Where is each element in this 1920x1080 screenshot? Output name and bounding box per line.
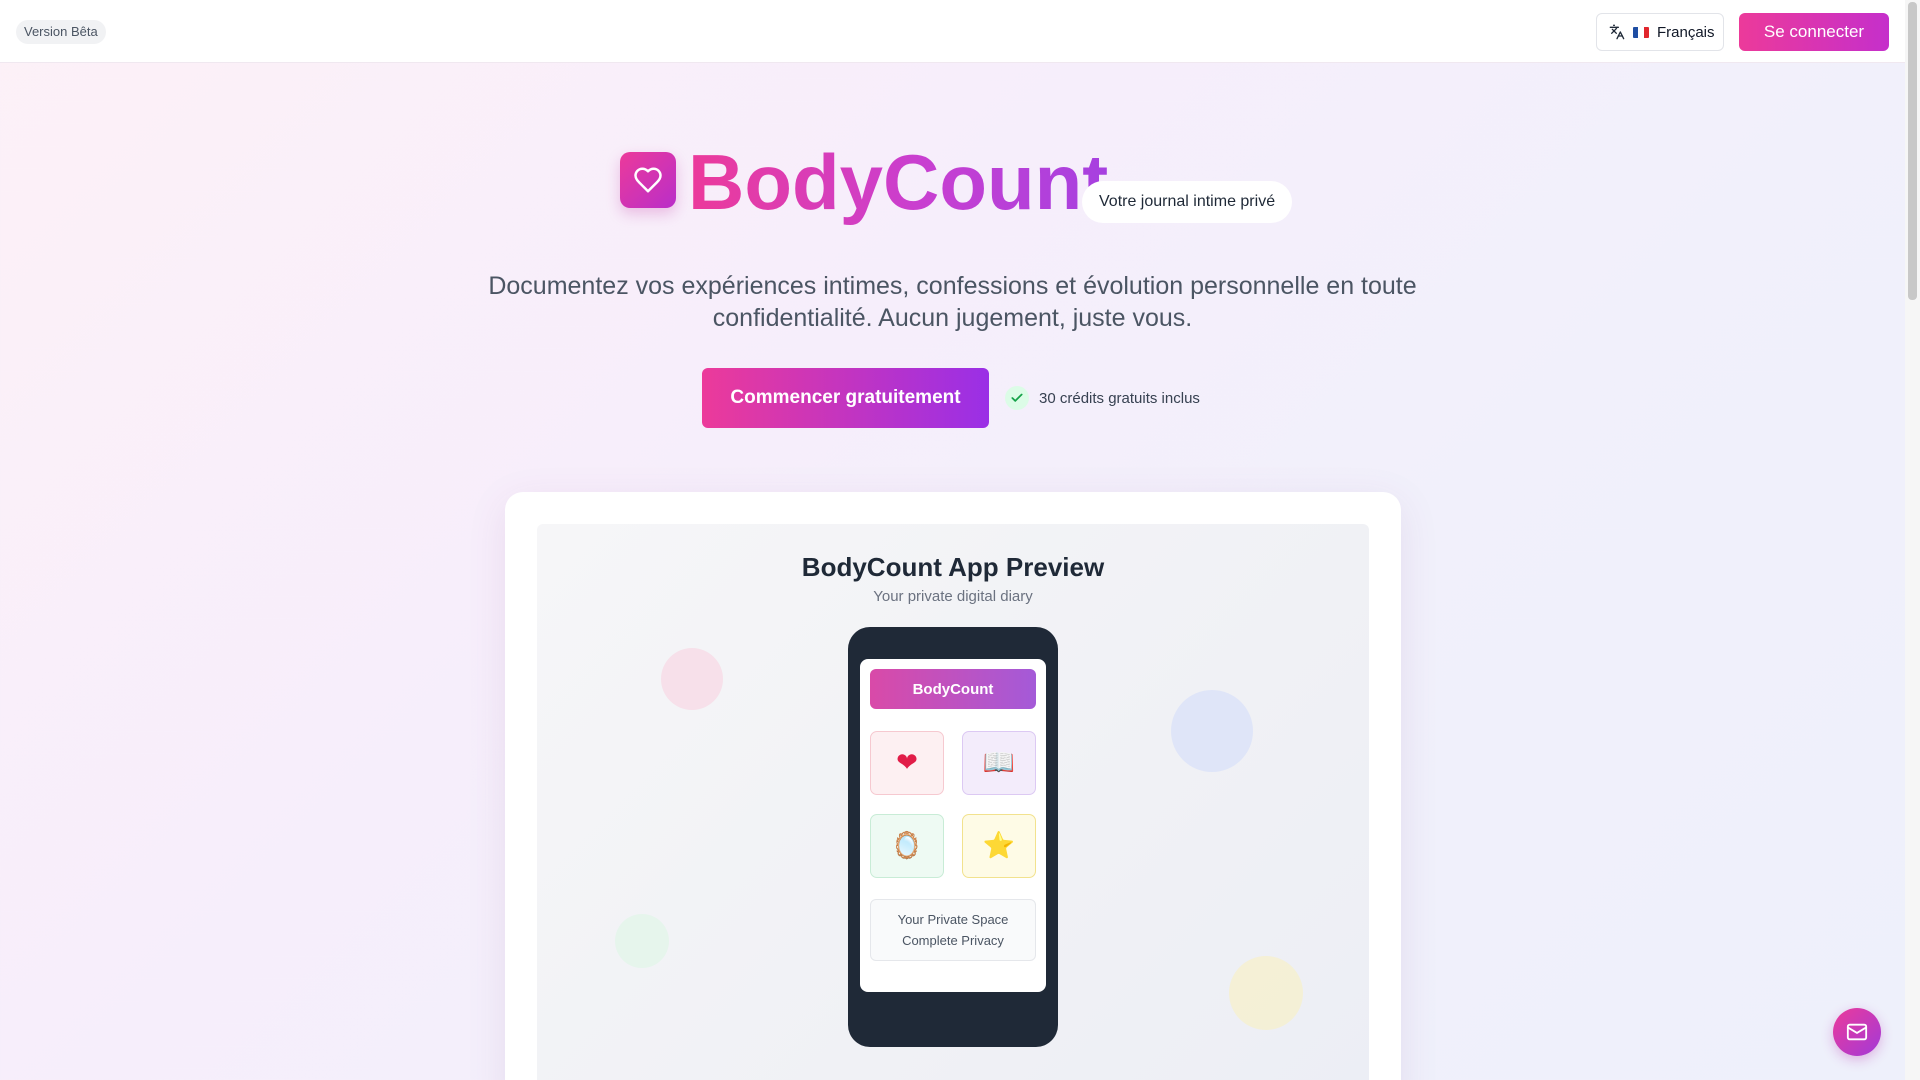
- check-icon: [1005, 386, 1029, 410]
- top-bar: Version Bêta Français Se connecter: [0, 0, 1905, 63]
- brand-title: BodyCount: [688, 134, 1108, 230]
- language-selector[interactable]: Français: [1596, 13, 1724, 51]
- preview-panel: BodyCount App Preview Your private digit…: [537, 524, 1369, 1080]
- language-label: Français: [1657, 23, 1715, 41]
- translate-icon: [1609, 24, 1625, 40]
- phone-mockup: BodyCount ❤ 📖 🪞 ⭐ Your Private Space Com…: [848, 627, 1058, 1047]
- hero-description: Documentez vos expériences intimes, conf…: [488, 272, 1417, 332]
- contact-button[interactable]: [1833, 1008, 1881, 1056]
- logo: [620, 152, 676, 208]
- app-header: BodyCount: [870, 669, 1036, 709]
- preview-subtitle: Your private digital diary: [873, 588, 1033, 605]
- phone-screen: BodyCount ❤ 📖 🪞 ⭐ Your Private Space Com…: [860, 659, 1046, 992]
- mail-icon: [1846, 1021, 1868, 1043]
- decorative-bubble-pink: [661, 648, 723, 710]
- decorative-bubble-blue: [1171, 690, 1253, 772]
- start-free-button[interactable]: Commencer gratuitement: [702, 368, 989, 428]
- privacy-box: Your Private Space Complete Privacy: [870, 899, 1036, 961]
- login-button[interactable]: Se connecter: [1739, 13, 1889, 51]
- privacy-line-1: Your Private Space: [897, 912, 1009, 927]
- book-icon: 📖: [962, 731, 1036, 795]
- credits-text: 30 crédits gratuits inclus: [1039, 389, 1200, 407]
- star-icon: ⭐: [962, 814, 1036, 878]
- privacy-line-2: Complete Privacy: [902, 933, 1004, 948]
- preview-title: BodyCount App Preview: [801, 552, 1105, 582]
- beta-badge: Version Bêta: [16, 20, 106, 44]
- mirror-icon: 🪞: [870, 814, 944, 878]
- decorative-bubble-yellow: [1229, 956, 1303, 1030]
- france-flag-icon: [1633, 26, 1649, 38]
- scrollbar-thumb[interactable]: [1908, 2, 1917, 300]
- heart-outline-icon: [633, 165, 663, 195]
- tagline-badge: Votre journal intime privé: [1082, 181, 1293, 223]
- credits-note: 30 crédits gratuits inclus: [1005, 385, 1200, 411]
- decorative-bubble-green: [615, 914, 669, 968]
- heart-icon: ❤: [870, 731, 944, 795]
